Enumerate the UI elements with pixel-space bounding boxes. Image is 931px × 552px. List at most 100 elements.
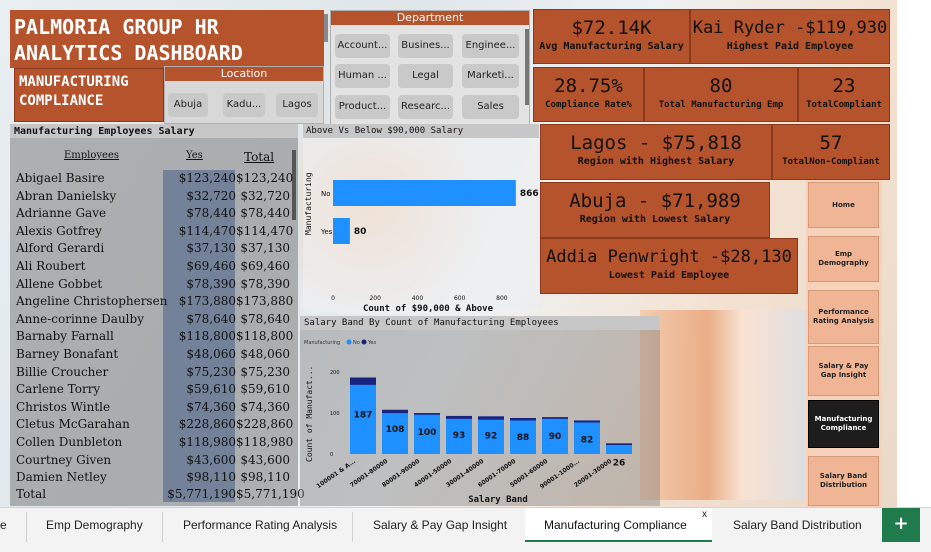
- bar-yes-segment: [414, 413, 440, 415]
- tab-performance[interactable]: Performance Rating Analysis: [183, 518, 337, 532]
- bar-yes-segment: [478, 416, 504, 420]
- title-scrollbar[interactable]: [324, 14, 328, 42]
- dashboard-canvas: PALMORIA GROUP HR ANALYTICS DASHBOARD MA…: [0, 0, 897, 507]
- salary-band-chart-title: Salary Band By Count of Manufacturing Em…: [304, 318, 559, 328]
- page-title-line1: PALMORIA GROUP HR: [14, 15, 219, 39]
- table-row[interactable]: Billie Croucher $75,230 $75,230: [14, 365, 292, 383]
- table-cell-yes: $118,980: [178, 435, 236, 449]
- tab-manufacturing[interactable]: Manufacturing Compliance: [544, 518, 687, 532]
- kpi-non-compliant: 57 TotalNon-Compliant: [772, 124, 890, 180]
- bar-yes-segment: [446, 415, 472, 419]
- kpi-total-emp: 80 Total Manufacturing Emp: [644, 67, 798, 122]
- table-row[interactable]: Barney Bonafant $48,060 $48,060: [14, 347, 292, 365]
- nav-emp-demography-button[interactable]: Emp Demography: [808, 236, 879, 282]
- tab-salary-band[interactable]: Salary Band Distribution: [733, 518, 862, 532]
- table-cell-employee: Anne-corinne Daulby: [16, 311, 144, 326]
- above-below-chart: Manufacturing No 866Yes 800 200 400 600 800Coun…: [304, 172, 539, 314]
- table-header-employees[interactable]: Employees: [64, 150, 119, 161]
- table-row[interactable]: Abran Danielsky $32,720 $32,720: [14, 189, 292, 207]
- dept-research-button[interactable]: Researc...: [398, 95, 453, 119]
- nav-salary-band-button[interactable]: Salary Band Distribution: [808, 456, 879, 506]
- table-cell-yes: $228,860: [178, 417, 236, 432]
- dept-business-button[interactable]: Busines...: [398, 34, 453, 58]
- location-kaduna-button[interactable]: Kadu...: [223, 93, 265, 117]
- table-row[interactable]: Cletus McGarahan $228,860 $228,860: [14, 417, 293, 435]
- table-row[interactable]: Abigael Basire $123,240 $123,240: [14, 171, 293, 189]
- table-row[interactable]: Ali Roubert $69,460 $69,460: [14, 259, 292, 277]
- table-cell-total: $173,880: [236, 294, 294, 309]
- table-cell-employee: Angeline Christophersen: [16, 294, 168, 309]
- table-cell-total: $69,460: [240, 259, 290, 273]
- table-row[interactable]: Adrianne Gave $78,440 $78,440: [14, 206, 292, 224]
- tab-partial[interactable]: e: [0, 518, 7, 532]
- salary-table-title: Manufacturing Employees Salary: [14, 126, 195, 137]
- table-cell-total: $98,110: [240, 470, 290, 485]
- table-cell-employee: Alford Gerardi: [16, 241, 105, 256]
- dept-marketing-button[interactable]: Marketi...: [462, 64, 519, 88]
- location-lagos-button[interactable]: Lagos: [276, 93, 318, 117]
- dept-sales-button[interactable]: Sales: [462, 95, 519, 119]
- table-cell-total: $59,610: [240, 382, 290, 397]
- dept-product-button[interactable]: Product...: [335, 95, 390, 119]
- table-row[interactable]: Angeline Christophersen $173,880 $173,880: [14, 294, 294, 312]
- table-cell-yes: $74,360: [186, 399, 236, 414]
- table-cell-employee: Collen Dunbleton: [16, 435, 123, 449]
- nav-salary-paygap-button[interactable]: Salary & Pay Gap Insight: [808, 346, 879, 396]
- table-header-yes[interactable]: Yes: [186, 150, 203, 161]
- location-abuja-button[interactable]: Abuja: [168, 93, 208, 117]
- table-cell-yes: $118,800: [178, 329, 236, 344]
- nav-manufacturing-button[interactable]: Manufacturing Compliance: [808, 400, 879, 448]
- table-cell-total: $37,130: [240, 241, 290, 256]
- y-axis-label: Count of Manufact...: [305, 366, 314, 462]
- table-row[interactable]: Alford Gerardi $37,130 $37,130: [14, 241, 292, 259]
- table-cell-employee: Cletus McGarahan: [16, 417, 130, 432]
- kpi-highest-paid: Kai Ryder -$119,930 Highest Paid Employe…: [690, 9, 890, 64]
- kpi-non-compliant-value: 57: [819, 132, 843, 154]
- data-label: 90: [549, 432, 562, 442]
- dept-accounting-button[interactable]: Account...: [335, 34, 390, 58]
- table-scrollbar[interactable]: [292, 150, 296, 220]
- table-row[interactable]: Courtney Given $43,600 $43,600: [14, 453, 292, 471]
- table-row[interactable]: Damien Netley $98,110 $98,110: [14, 470, 292, 488]
- nav-performance-button[interactable]: Performance Rating Analysis: [808, 290, 879, 344]
- table-cell-employee: Adrianne Gave: [16, 206, 107, 221]
- above-below-chart-title: Above Vs Below $90,000 Salary: [306, 126, 464, 136]
- kpi-highest-region-label: Region with Highest Salary: [577, 156, 735, 167]
- data-label: 866: [520, 189, 539, 199]
- add-sheet-button[interactable]: +: [882, 508, 920, 542]
- table-cell-total: $114,470: [236, 223, 294, 238]
- tab-separator: [26, 512, 27, 542]
- tab-emp-demography[interactable]: Emp Demography: [46, 518, 143, 532]
- table-cell-employee: Carlene Torry: [16, 382, 101, 397]
- tab-salary-paygap[interactable]: Salary & Pay Gap Insight: [373, 518, 507, 532]
- tab-close-icon[interactable]: x: [702, 509, 707, 520]
- dept-engineering-button[interactable]: Enginee...: [462, 34, 519, 58]
- table-cell-employee: Damien Netley: [16, 470, 107, 485]
- x-axis-label: Count of $90,000 & Above: [363, 304, 494, 314]
- sheet-tabs-bar: e Emp Demography Performance Rating Anal…: [0, 507, 931, 552]
- table-row[interactable]: Carlene Torry $59,610 $59,610: [14, 382, 292, 400]
- table-cell-employee: Billie Croucher: [16, 364, 109, 379]
- data-label: 82: [581, 435, 594, 445]
- dept-legal-button[interactable]: Legal: [398, 64, 453, 88]
- subtitle-line1: MANUFACTURING: [19, 74, 129, 90]
- table-row[interactable]: Allene Gobbet $78,390 $78,390: [14, 277, 292, 295]
- table-row[interactable]: Alexis Gotfrey $114,470 $114,470: [14, 223, 294, 242]
- table-cell-employee: Alexis Gotfrey: [16, 223, 102, 238]
- kpi-total-compliant-value: 23: [832, 75, 856, 97]
- legend-no-marker: [346, 339, 352, 345]
- nav-home-button[interactable]: Home: [808, 182, 879, 228]
- dept-hr-button[interactable]: Human ...: [335, 64, 390, 88]
- table-row[interactable]: Christos Wintle $74,360 $74,360: [14, 400, 292, 418]
- table-row[interactable]: Anne-corinne Daulby $78,640 $78,640: [14, 312, 292, 330]
- kpi-compliance-rate-label: Compliance Rate%: [545, 100, 632, 110]
- x-tick-label: 800: [496, 295, 508, 302]
- table-cell-yes: $43,600: [186, 452, 236, 467]
- table-cell-employee: Barney Bonafant: [16, 347, 119, 361]
- table-cell-yes: $78,390: [186, 276, 236, 291]
- table-row[interactable]: Barnaby Farnall $118,800 $118,800: [14, 329, 293, 347]
- department-scrollbar[interactable]: [525, 29, 529, 105]
- table-cell-employee: Allene Gobbet: [16, 276, 103, 291]
- table-row[interactable]: Collen Dunbleton $118,980 $118,980: [14, 435, 293, 453]
- table-header-total[interactable]: Total: [244, 150, 274, 164]
